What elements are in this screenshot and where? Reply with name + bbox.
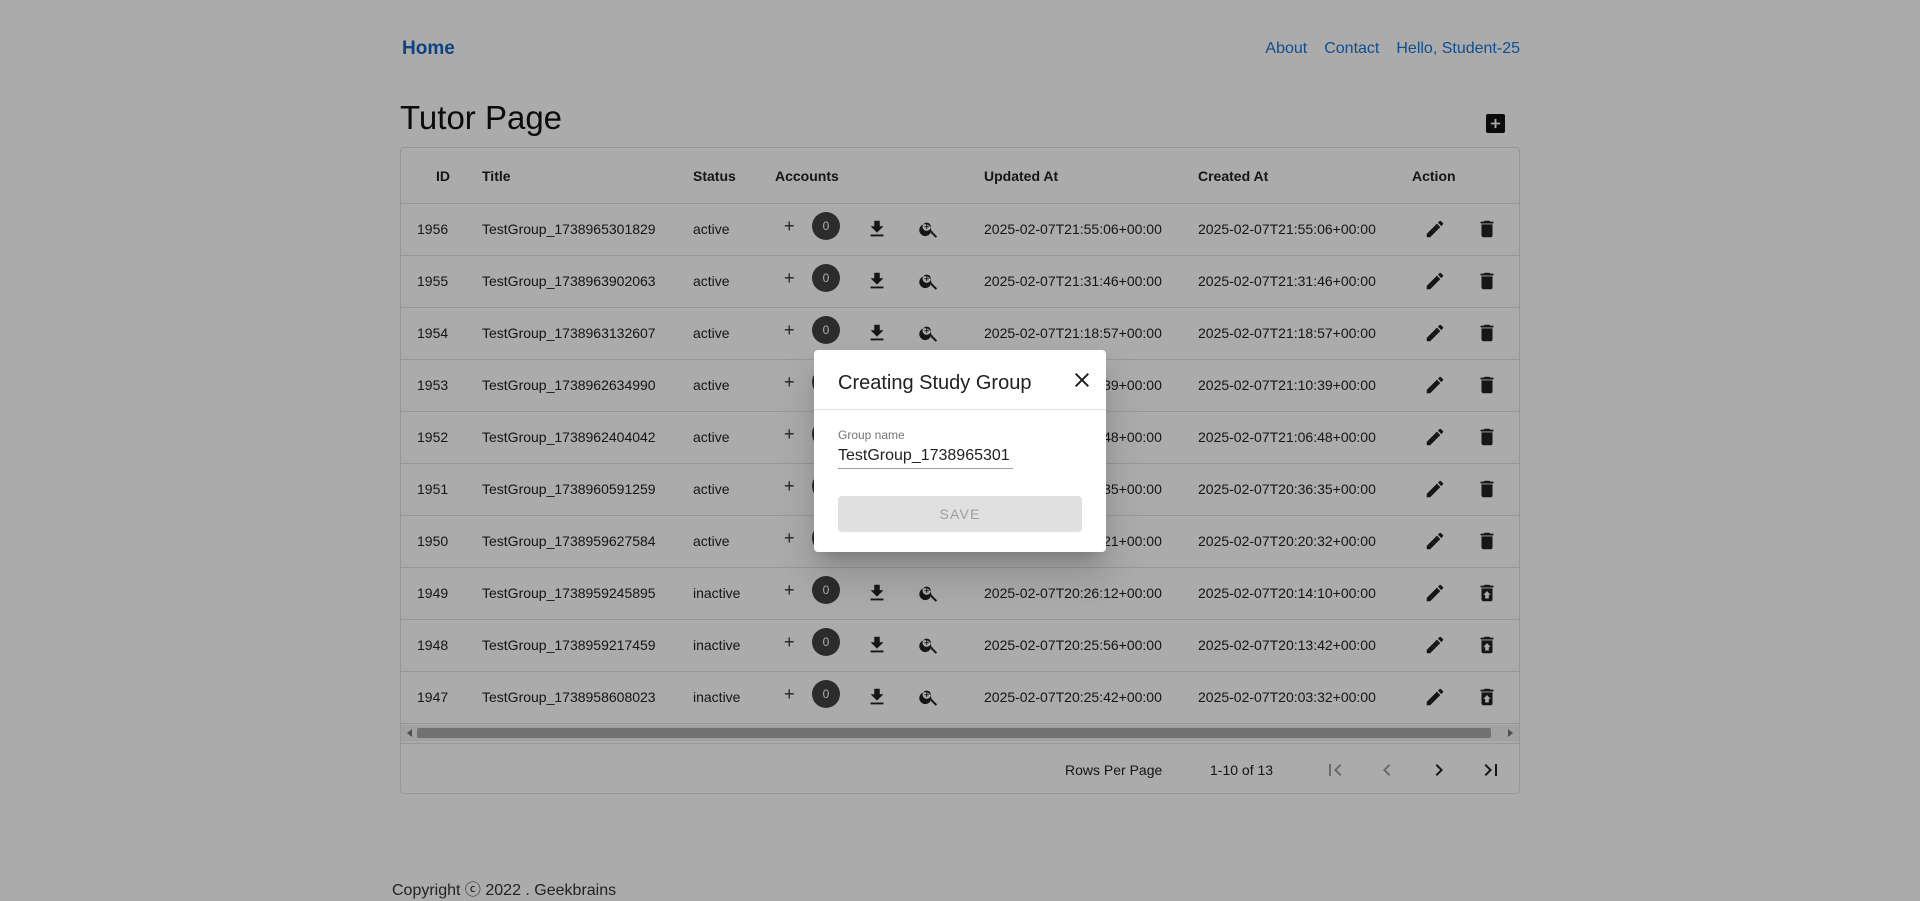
dialog-divider xyxy=(814,409,1106,410)
group-name-label: Group name xyxy=(838,428,905,442)
close-icon xyxy=(1075,373,1089,387)
create-group-dialog: Creating Study Group Group name SAVE xyxy=(814,350,1106,552)
save-button[interactable]: SAVE xyxy=(838,496,1082,532)
dialog-close-button[interactable] xyxy=(1070,368,1094,392)
dialog-title: Creating Study Group xyxy=(838,372,1032,394)
group-name-input[interactable] xyxy=(838,443,1013,469)
